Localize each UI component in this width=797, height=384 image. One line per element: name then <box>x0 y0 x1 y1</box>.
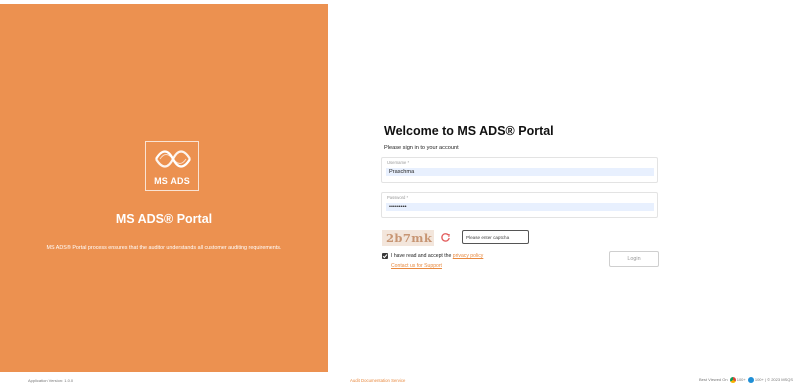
password-label: Password * <box>387 195 409 200</box>
username-label: Username * <box>387 160 410 165</box>
logo-text: MS ADS <box>154 176 190 186</box>
service-name[interactable]: Audit Documentation Service <box>350 378 405 383</box>
captcha-input[interactable] <box>462 230 529 244</box>
edge-version: 100+ <box>754 377 764 383</box>
privacy-checkbox[interactable] <box>382 253 388 259</box>
login-button[interactable]: Login <box>609 251 659 267</box>
edge-icon <box>747 377 754 383</box>
brand-panel: MS ADS MS ADS® Portal MS ADS® Portal pro… <box>0 4 328 372</box>
contact-support-link[interactable]: Contact us for Support <box>391 263 442 269</box>
password-field: Password * <box>381 192 658 218</box>
captcha-image: 2b7mk <box>382 230 434 246</box>
password-input[interactable] <box>386 203 654 211</box>
agree-text: I have read and accept the <box>391 253 452 259</box>
login-subtitle: Please sign in to your account <box>384 145 459 151</box>
privacy-consent: I have read and accept the privacy polic… <box>391 253 483 259</box>
login-heading: Welcome to MS ADS® Portal <box>384 124 554 138</box>
best-viewed-label: Best Viewed On <box>698 377 728 383</box>
captcha-text: 2b7mk <box>386 231 433 245</box>
refresh-icon[interactable] <box>440 232 451 243</box>
chrome-icon <box>729 377 736 383</box>
username-input[interactable] <box>386 168 654 176</box>
chrome-version: 100+ <box>736 377 746 383</box>
app-version: Application Version: 1.0.0 <box>28 378 74 383</box>
copyright: | © 2023 MSQS <box>765 377 793 383</box>
checkbox-checked-icon <box>382 254 388 259</box>
browser-support-note: Best Viewed On 100+ 100+ | © 2023 MSQS <box>699 377 793 383</box>
ms-ads-logo: MS ADS <box>145 141 199 191</box>
username-field: Username * <box>381 157 658 183</box>
privacy-policy-link[interactable]: privacy policy <box>453 253 484 259</box>
ms-ads-logo-icon <box>155 150 191 168</box>
brand-description: MS ADS® Portal process ensures that the … <box>46 245 282 251</box>
brand-title: MS ADS® Portal <box>115 212 213 226</box>
